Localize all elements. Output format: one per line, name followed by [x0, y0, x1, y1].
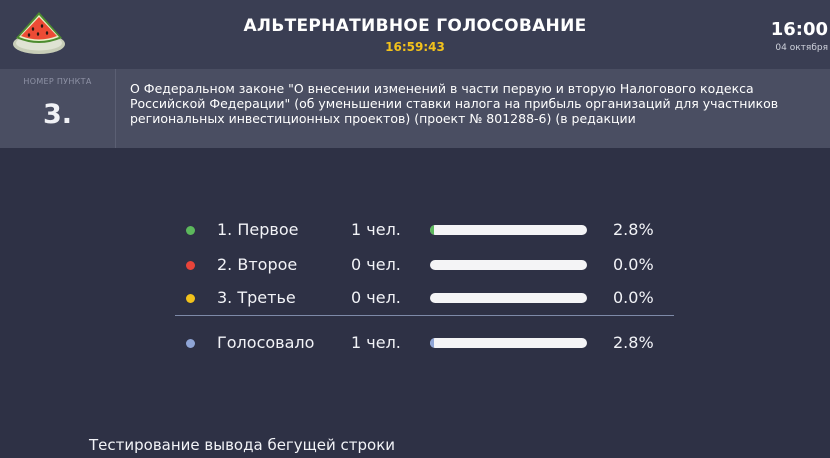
item-number: 3. [42, 99, 73, 130]
option-count: 0 чел. [351, 288, 401, 307]
status-dot-blue [186, 339, 195, 348]
result-row: 3. Третье 0 чел. 0.0% [0, 286, 830, 310]
item-description: О Федеральном законе "О внесении изменен… [130, 81, 779, 126]
progress-bar [430, 260, 587, 270]
item-number-label: НОМЕР ПУНКТА [23, 77, 92, 86]
progress-bar [430, 338, 587, 348]
progress-bar-fill [430, 225, 434, 235]
results-panel: 1. Первое 1 чел. 2.8% 2. Второе 0 чел. 0… [0, 148, 830, 438]
progress-bar [430, 225, 587, 235]
total-percent: 2.8% [613, 333, 654, 352]
status-dot-green [186, 226, 195, 235]
option-count: 0 чел. [351, 255, 401, 274]
total-row: Голосовало 1 чел. 2.8% [0, 331, 830, 355]
option-count: 1 чел. [351, 220, 401, 239]
agenda-item-bar: НОМЕР ПУНКТА 3. О Федеральном законе "О … [0, 69, 830, 148]
option-percent: 0.0% [613, 255, 654, 274]
total-count: 1 чел. [351, 333, 401, 352]
screen-title: АЛЬТЕРНАТИВНОЕ ГОЛОСОВАНИЕ [243, 16, 587, 36]
progress-bar [430, 293, 587, 303]
news-ticker: Тестирование вывода бегущей строки [89, 436, 396, 454]
status-dot-red [186, 261, 195, 270]
item-number-box: НОМЕР ПУНКТА 3. [0, 69, 116, 148]
option-label: 2. Второе [217, 255, 298, 274]
clock-date: 04 октября [775, 43, 828, 53]
results-divider [175, 315, 674, 316]
clock-time: 16:00 [770, 19, 828, 40]
option-percent: 0.0% [613, 288, 654, 307]
result-row: 2. Второе 0 чел. 0.0% [0, 253, 830, 277]
progress-bar-fill [430, 338, 434, 348]
total-label: Голосовало [217, 333, 315, 352]
result-row: 1. Первое 1 чел. 2.8% [0, 218, 830, 242]
countdown-timer: 16:59:43 [385, 40, 445, 54]
option-label: 3. Третье [217, 288, 296, 307]
voting-screen: АЛЬТЕРНАТИВНОЕ ГОЛОСОВАНИЕ 16:59:43 16:0… [0, 0, 830, 458]
header-bar: АЛЬТЕРНАТИВНОЕ ГОЛОСОВАНИЕ 16:59:43 16:0… [0, 0, 830, 69]
option-percent: 2.8% [613, 220, 654, 239]
status-dot-yellow [186, 294, 195, 303]
option-label: 1. Первое [217, 220, 299, 239]
